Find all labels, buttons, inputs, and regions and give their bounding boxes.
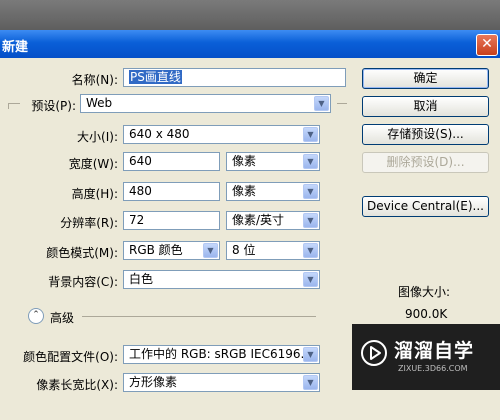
background-area [0, 0, 500, 30]
chevron-down-icon[interactable]: ▼ [303, 375, 318, 390]
chevron-down-icon[interactable]: ▼ [303, 243, 318, 258]
color-mode-value: RGB 颜色 [129, 243, 183, 257]
watermark-url: ZIXUE.3D66.COM [398, 364, 468, 373]
resolution-unit-select[interactable]: 像素/英寸 ▼ [226, 211, 320, 230]
device-central-button[interactable]: Device Central(E)... [362, 196, 489, 217]
height-unit-value: 像素 [232, 184, 257, 198]
preset-select[interactable]: Web ▼ [80, 94, 331, 113]
preset-label: 预设(P): [31, 99, 76, 113]
width-unit-value: 像素 [232, 154, 257, 168]
color-mode-label: 颜色模式(M): [46, 246, 118, 260]
height-input[interactable]: 480 [123, 182, 220, 201]
play-icon [361, 340, 387, 366]
preset-value: Web [86, 96, 113, 110]
delete-preset-button: 删除预设(D)... [362, 152, 489, 173]
chevron-down-icon[interactable]: ▼ [303, 213, 318, 228]
width-value: 640 [129, 154, 152, 168]
color-mode-select[interactable]: RGB 颜色 ▼ [123, 241, 220, 260]
chevron-down-icon[interactable]: ▼ [303, 154, 318, 169]
height-unit-select[interactable]: 像素 ▼ [226, 182, 320, 201]
height-value: 480 [129, 184, 152, 198]
preset-group-line-edge [8, 103, 9, 109]
pixel-aspect-label: 像素长宽比(X): [36, 378, 118, 392]
advanced-label: 高级 [50, 311, 75, 325]
width-input[interactable]: 640 [123, 152, 220, 171]
name-input[interactable]: PS画直线 [123, 68, 346, 87]
resolution-unit-value: 像素/英寸 [232, 213, 285, 227]
chevron-down-icon[interactable]: ▼ [203, 243, 218, 258]
background-value: 白色 [129, 272, 154, 286]
save-preset-button[interactable]: 存储预设(S)... [362, 124, 489, 145]
name-label: 名称(N): [71, 73, 118, 87]
resolution-input[interactable]: 72 [123, 211, 220, 230]
close-button[interactable]: ✕ [476, 34, 498, 56]
chevron-down-icon[interactable]: ▼ [314, 96, 329, 111]
size-value: 640 x 480 [129, 127, 190, 141]
pixel-aspect-select[interactable]: 方形像素 ▼ [123, 373, 320, 392]
preset-group-line-left [8, 103, 20, 104]
dialog-title: 新建 [2, 40, 29, 55]
advanced-divider [82, 316, 316, 317]
chevrons-up-icon: ⌃ [32, 310, 40, 320]
chevron-down-icon[interactable]: ▼ [303, 347, 318, 362]
color-profile-select[interactable]: 工作中的 RGB: sRGB IEC6196... ▼ [123, 345, 320, 364]
bit-depth-value: 8 位 [232, 243, 256, 257]
watermark-brand: 溜溜自学 [394, 340, 475, 362]
image-size-value: 900.0K [405, 307, 448, 321]
resolution-label: 分辨率(R): [60, 216, 118, 230]
name-value: PS画直线 [129, 70, 182, 84]
bit-depth-select[interactable]: 8 位 ▼ [226, 241, 320, 260]
ok-button[interactable]: 确定 [362, 68, 489, 89]
collapse-advanced-button[interactable]: ⌃ [28, 308, 44, 324]
color-profile-value: 工作中的 RGB: sRGB IEC6196... [129, 347, 312, 361]
background-select[interactable]: 白色 ▼ [123, 270, 320, 289]
image-size-label: 图像大小: [398, 285, 451, 299]
size-label: 大小(I): [77, 130, 118, 144]
watermark-logo: 溜溜自学 ZIXUE.3D66.COM [352, 324, 500, 390]
chevron-down-icon[interactable]: ▼ [303, 184, 318, 199]
chevron-down-icon[interactable]: ▼ [303, 127, 318, 142]
pixel-aspect-value: 方形像素 [129, 375, 178, 389]
preset-group-line-right [337, 103, 347, 104]
height-label: 高度(H): [71, 187, 118, 201]
width-unit-select[interactable]: 像素 ▼ [226, 152, 320, 171]
color-profile-label: 颜色配置文件(O): [23, 350, 118, 364]
chevron-down-icon[interactable]: ▼ [303, 272, 318, 287]
size-select[interactable]: 640 x 480 ▼ [123, 125, 320, 144]
close-icon: ✕ [481, 36, 493, 52]
resolution-value: 72 [129, 213, 145, 227]
title-bar[interactable]: 新建 ✕ [0, 30, 500, 58]
cancel-button[interactable]: 取消 [362, 96, 489, 117]
width-label: 宽度(W): [68, 157, 118, 171]
background-label: 背景内容(C): [48, 275, 118, 289]
